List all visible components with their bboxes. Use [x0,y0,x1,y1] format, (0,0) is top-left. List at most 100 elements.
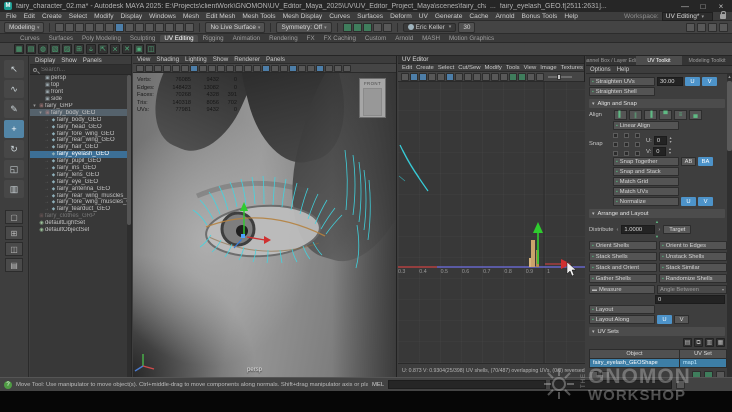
menu-item[interactable]: Windows [149,13,176,20]
layout-uv-icon[interactable]: ▣ [134,44,144,54]
maximize-button[interactable]: □ [696,2,710,11]
checker-map-icon[interactable] [410,73,418,81]
3d-cut-sew-tool-icon[interactable]: ⫝ [86,44,96,54]
layout-along-button[interactable]: ▪Layout Along [589,315,655,324]
normalize-button[interactable]: ▪Normalize [613,197,679,206]
arrange-button[interactable]: ▪Stack Similar [659,263,727,272]
measure-button[interactable]: ▬Measure [589,285,655,294]
outliner-scrollbar[interactable] [127,75,131,377]
uv-set-table-row[interactable]: fairy_eyelash_GEOShape map1 [590,359,727,368]
snap-together-button[interactable]: ▪Snap Together [613,157,679,166]
distribute-value-field[interactable]: 1.0000 [621,225,655,234]
menu-item[interactable]: Surfaces [357,13,383,20]
uv-canvas[interactable]: 0.30.40.50.60.70.80.91 [398,82,585,363]
uv-editor-shelf-icon[interactable]: ⊞ [74,44,84,54]
straighten-v-toggle[interactable]: V [702,77,717,86]
align-and-snap-section-header[interactable]: Align and Snap [589,99,725,108]
snap-ba-toggle[interactable]: BA [698,157,713,166]
normalize-v-toggle[interactable]: V [698,197,713,206]
outliner-item[interactable]: fairy_clothes_GRP [30,213,127,220]
undo-icon[interactable] [85,23,94,32]
shelf-tab[interactable]: MASH [418,35,444,42]
tool-settings-toggle-icon[interactable] [697,23,706,32]
menu-item[interactable]: Cache [469,13,488,20]
grid-toggle-icon[interactable] [190,65,198,72]
menu-item[interactable]: Modify [94,13,113,20]
sidebar-tab[interactable]: Modeling Toolkit [682,56,732,65]
search-input[interactable] [39,66,128,74]
menu-item[interactable]: Curves [329,13,350,20]
expand-toggle-icon[interactable] [43,137,50,143]
toolkit-menu-item[interactable]: Help [617,67,629,73]
cut-uv-icon[interactable]: ⨯ [110,44,120,54]
render-icon[interactable] [353,23,362,32]
move-tool[interactable]: + [4,120,24,138]
texture-borders-icon[interactable] [428,73,436,81]
outliner-menu-item[interactable]: Show [61,57,76,64]
layout-along-u-toggle[interactable]: U [657,315,672,324]
shelf-tab[interactable]: Poly Modeling [78,35,125,42]
menu-item[interactable]: Arnold [495,13,514,20]
snap-and-stack-button[interactable]: ▪Snap and Stack [613,167,679,176]
isolate-uvs-icon[interactable] [491,73,499,81]
uv-statistics-icon[interactable] [482,73,490,81]
image-plane-icon[interactable] [172,65,180,72]
shelf-tab[interactable]: FX Caching [320,35,360,42]
distribute-prev-arrow[interactable]: ‹ [616,227,618,233]
outliner-item[interactable]: fairy_tearduct_GEO [30,206,127,213]
two-pane-layout[interactable]: ◫ [5,242,23,256]
four-pane-layout[interactable]: ⊞ [5,226,23,240]
viewport-menu-item[interactable]: Show [213,56,228,63]
outliner-item[interactable]: fairy_body_GEO [30,109,127,116]
depth-of-field-icon[interactable] [325,65,333,72]
menu-item[interactable]: Edit Mesh [206,13,235,20]
make-live-icon[interactable] [185,23,194,32]
snap-position-grid[interactable] [613,133,640,156]
menu-item[interactable]: Generate [435,13,463,20]
symmetry-dropdown[interactable]: Symmetry: Off [276,22,331,33]
outliner-persp-layout[interactable]: ▤ [5,258,23,272]
uv-editor-menu-item[interactable]: Edit [402,65,412,71]
expand-toggle-icon[interactable] [43,144,50,150]
linear-align-button[interactable]: ▪Linear Align [613,121,679,130]
snap-to-curves-icon[interactable] [145,23,154,32]
camera-attributes-icon[interactable] [154,65,162,72]
snap-to-grids-icon[interactable] [135,23,144,32]
outliner-item[interactable]: fairy_head_GEO [30,123,127,130]
select-tool[interactable]: ↖ [4,60,24,78]
arrange-button[interactable]: ▪Stack Shells [589,252,657,261]
arrange-button[interactable]: ▪Randomize Shells [659,274,727,283]
perspective-viewport[interactable]: ViewShadingLightingShowRendererPanels FR… [133,56,397,377]
uv-distortion-icon[interactable] [401,73,409,81]
expand-toggle-icon[interactable] [43,117,50,123]
distribute-target-button[interactable]: Target [663,225,691,234]
copy-uv-set-icon[interactable]: ⧉ [694,338,703,347]
expand-toggle-icon[interactable] [43,131,50,137]
redo-icon[interactable] [95,23,104,32]
command-input[interactable] [388,380,546,389]
expand-toggle-icon[interactable] [43,151,50,157]
shelf-tab[interactable]: Sculpting [126,35,159,42]
snap-v-stepper[interactable]: ▲▼ [668,148,671,155]
anti-aliasing-icon[interactable] [316,65,324,72]
expand-toggle-icon[interactable] [43,186,50,192]
rotate-tool[interactable]: ↻ [4,140,24,158]
cylindrical-projection-icon[interactable]: ▤ [26,44,36,54]
close-button[interactable]: × [714,2,728,11]
outliner-item[interactable]: fairy_antenna_GEO [30,185,127,192]
unfold-icon[interactable]: ⇱ [98,44,108,54]
new-scene-icon[interactable] [55,23,64,32]
arrange-button[interactable]: ▪Stack and Orient [589,263,657,272]
select-camera-icon[interactable] [136,65,144,72]
save-scene-icon[interactable] [75,23,84,32]
field-chart-icon[interactable] [226,65,234,72]
align-center-u-icon[interactable]: ∥ [629,110,642,120]
arrange-button[interactable]: ▪Orient Shells [589,241,657,250]
expand-toggle-icon[interactable] [43,193,50,199]
wireframe-icon[interactable] [253,65,261,72]
command-language-toggle[interactable]: MEL [372,382,384,388]
menu-item[interactable]: UV [419,13,428,20]
measure-value-field[interactable]: 0 [655,295,725,304]
outliner-menu-item[interactable]: Display [35,57,55,64]
expand-toggle-icon[interactable] [31,103,38,109]
